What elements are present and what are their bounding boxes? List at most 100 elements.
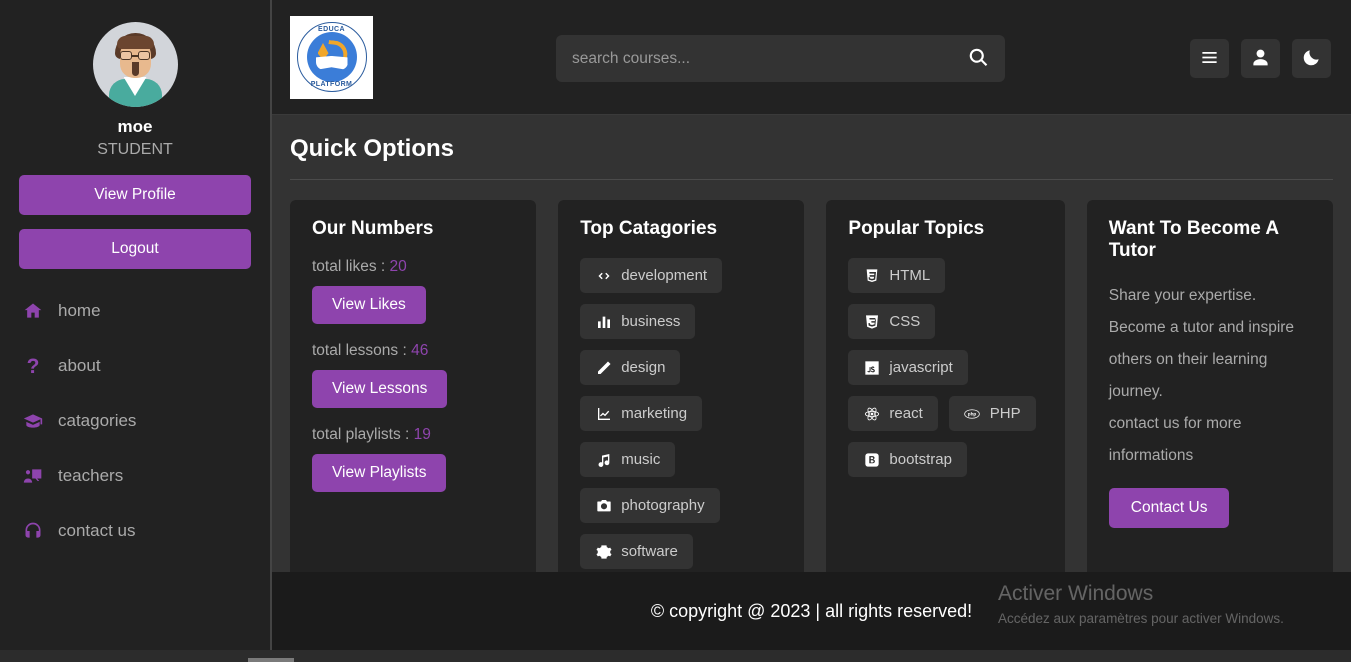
headset-icon (22, 520, 44, 542)
chart-bar-icon (595, 313, 612, 330)
tutor-text-line: Become a tutor and inspire (1108, 319, 1295, 336)
total-lessons-row: total lessons : 46 (312, 342, 514, 360)
header: EDUCA PLATFORM (272, 0, 1351, 115)
bootstrap-icon (863, 451, 880, 468)
logout-button[interactable]: Logout (19, 229, 251, 269)
sidebar-item-teachers[interactable]: teachers (0, 456, 270, 496)
contact-us-button[interactable]: Contact Us (1108, 488, 1230, 528)
chip-label: development (621, 267, 708, 284)
sidebar-item-label: teachers (58, 466, 124, 485)
tutor-text-line: others on their learning (1108, 351, 1268, 368)
category-chip-software[interactable]: software (580, 534, 693, 569)
stat-label: total playlists : (312, 426, 414, 443)
copyright-text: © copyright @ 2023 | all rights reserved… (650, 600, 973, 621)
tutor-text-line: Share your expertise. (1108, 287, 1257, 304)
chip-label: HTML (889, 267, 931, 284)
view-profile-button[interactable]: View Profile (19, 175, 251, 215)
tutor-text-line: informations (1108, 447, 1194, 464)
svg-text:php: php (968, 411, 977, 416)
stat-label: total likes : (312, 258, 390, 275)
sidebar-item-contact-us[interactable]: contact us (0, 511, 270, 551)
category-chip-music[interactable]: music (580, 442, 676, 477)
chalkboard-user-icon (22, 465, 44, 487)
category-chip-list: development business design marketing mu… (580, 258, 782, 615)
gear-icon (595, 543, 612, 560)
card-title: Want To Become A Tutor (1108, 218, 1279, 261)
stat-label: total lessons : (312, 342, 412, 359)
question-icon: ? (26, 354, 40, 378)
chip-label: design (621, 359, 666, 376)
sidebar-item-label: contact us (58, 521, 136, 540)
topic-chip-list: HTML CSS javascript react php PHP bootst… (848, 258, 1042, 477)
dark-mode-toggle-button[interactable] (1292, 39, 1331, 78)
home-icon (22, 300, 44, 322)
topic-chip-html[interactable]: HTML (848, 258, 946, 293)
sidebar-item-home[interactable]: home (0, 291, 270, 331)
user-icon (1251, 48, 1270, 70)
menu-toggle-button[interactable] (1190, 39, 1229, 78)
react-icon (863, 405, 880, 422)
view-lessons-button[interactable]: View Lessons (312, 370, 448, 408)
card-title: Top Catagories (580, 218, 718, 239)
chip-label: javascript (889, 359, 953, 376)
music-note-icon (595, 451, 612, 468)
sidebar-nav: home ? about catagories teachers contact… (0, 291, 270, 551)
chip-label: software (621, 543, 678, 560)
html5-icon (863, 267, 880, 284)
chip-label: marketing (621, 405, 688, 422)
view-playlists-button[interactable]: View Playlists (312, 454, 447, 492)
sidebar-item-about[interactable]: ? about (0, 346, 270, 386)
sidebar-item-label: about (58, 356, 101, 375)
sidebar-item-label: home (58, 301, 101, 320)
site-logo[interactable]: EDUCA PLATFORM (290, 15, 373, 99)
user-name: moe (117, 117, 153, 136)
chip-label: bootstrap (889, 451, 952, 468)
search-icon (968, 47, 989, 71)
logo-text-bottom: PLATFORM (310, 81, 353, 88)
search-bar[interactable] (556, 35, 1005, 82)
total-playlists-row: total playlists : 19 (312, 426, 514, 444)
card-title: Our Numbers (312, 218, 434, 239)
pencil-icon (595, 359, 612, 376)
camera-icon (595, 497, 612, 514)
chip-label: business (621, 313, 681, 330)
chip-label: CSS (889, 313, 921, 330)
category-chip-design[interactable]: design (580, 350, 681, 385)
sidebar-item-catagories[interactable]: catagories (0, 401, 270, 441)
category-chip-business[interactable]: business (580, 304, 696, 339)
avatar-wrap (0, 22, 270, 107)
view-likes-button[interactable]: View Likes (312, 286, 426, 324)
topic-chip-php[interactable]: php PHP (948, 396, 1036, 431)
footer: © copyright @ 2023 | all rights reserved… (272, 572, 1351, 650)
stat-value: 20 (389, 258, 407, 275)
topic-chip-bootstrap[interactable]: bootstrap (848, 442, 967, 477)
chip-label: music (621, 451, 661, 468)
browser-bottom-chrome (0, 650, 1351, 662)
graduation-cap-icon (22, 410, 44, 432)
php-icon: php (964, 405, 981, 422)
header-actions (1190, 39, 1331, 78)
avatar (92, 22, 178, 107)
bottom-chrome-tab (248, 658, 294, 662)
code-icon (595, 267, 612, 284)
search-button[interactable] (968, 47, 989, 71)
sidebar: moe STUDENT View Profile Logout home ? a… (0, 0, 272, 662)
chip-label: PHP (989, 405, 1021, 422)
category-chip-marketing[interactable]: marketing (580, 396, 703, 431)
search-input[interactable] (572, 49, 968, 68)
card-title: Popular Topics (848, 218, 985, 239)
topic-chip-javascript[interactable]: javascript (848, 350, 968, 385)
sidebar-item-label: catagories (58, 411, 137, 430)
tutor-text-line: journey. (1108, 383, 1163, 400)
category-chip-photography[interactable]: photography (580, 488, 720, 523)
topic-chip-react[interactable]: react (848, 396, 938, 431)
user-account-button[interactable] (1241, 39, 1280, 78)
tutor-text-line: contact us for more (1108, 415, 1242, 432)
quick-options-cards: Our Numbers total likes : 20 View Likes … (272, 180, 1351, 637)
stat-value: 46 (411, 342, 429, 359)
chart-line-icon (595, 405, 612, 422)
page-title: Quick Options (290, 135, 455, 162)
total-likes-row: total likes : 20 (312, 258, 514, 276)
category-chip-development[interactable]: development (580, 258, 723, 293)
topic-chip-css[interactable]: CSS (848, 304, 936, 339)
